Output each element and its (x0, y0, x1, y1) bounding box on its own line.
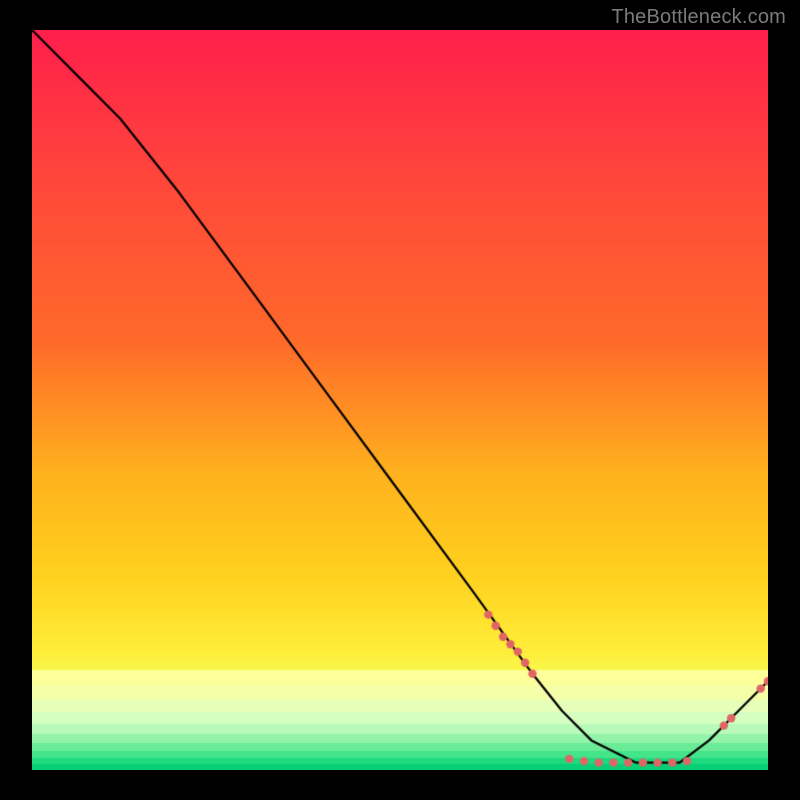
watermark-text: TheBottleneck.com (611, 6, 786, 29)
line-layer (32, 30, 768, 770)
chart-frame: TheBottleneck.com (0, 0, 800, 800)
plot-area (32, 30, 768, 770)
